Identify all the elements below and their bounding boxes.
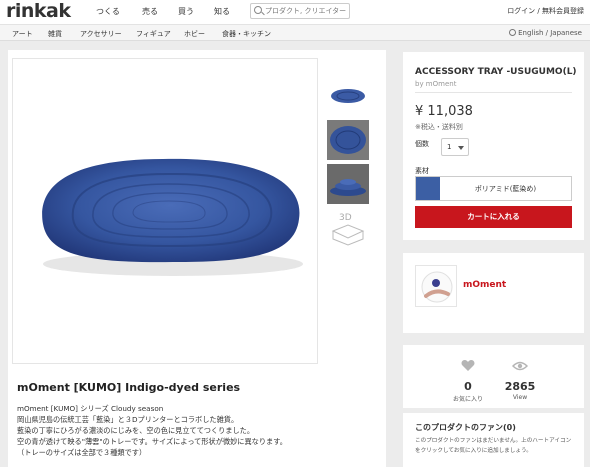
language-switch[interactable]: English / Japanese [509, 29, 582, 37]
fans-text: このプロダクトのファンはまだいません。上のハートアイコンをクリックしてお気に入り… [415, 438, 572, 454]
material-label: 素材 [415, 167, 429, 175]
material-swatch [416, 177, 440, 200]
tax-note: ※税込・送料別 [415, 123, 463, 131]
description-line: 藍染の丁寧にひろがる濃淡のにじみを、空の色に見立ててつくりました。 [17, 426, 255, 435]
quantity-value: 1 [447, 143, 452, 151]
purchase-title: ACCESSORY TRAY -USUGUMO(L) [415, 67, 577, 77]
fans-card: このプロダクトのファン(0) このプロダクトのファンはまだいません。上のハートア… [403, 413, 584, 467]
thumb-tray-set-icon [330, 179, 366, 196]
nav-item-sell[interactable]: 売る [142, 6, 158, 17]
category-art[interactable]: アート [12, 29, 33, 39]
site-logo[interactable]: rinkak [6, 0, 71, 22]
stats-card: 0 お気に入り 2865 View [403, 345, 584, 408]
thumb-tray-icon [331, 89, 365, 103]
creator-card: mOment [403, 253, 584, 333]
nav-item-make[interactable]: つくる [96, 6, 120, 17]
search-box[interactable] [250, 3, 350, 19]
views-count: 2865 [504, 380, 536, 393]
product-main-image[interactable] [12, 58, 318, 364]
category-figure[interactable]: フィギュア [136, 29, 171, 39]
views-label: View [512, 394, 528, 401]
nav-item-learn[interactable]: 知る [214, 6, 230, 17]
view-stat: 2865 View [495, 357, 545, 401]
category-goods[interactable]: 雑貨 [48, 29, 62, 39]
thumbnail-3[interactable] [327, 164, 369, 204]
description-line: 岡山県児島の伝統工芸「藍染」と３Dプリンターとコラボした雑貨。 [17, 415, 239, 424]
top-header: rinkak つくる 売る 買う 知る ログイン / 無料会員登録 [0, 0, 590, 24]
creator-byline[interactable]: by mOment [415, 80, 456, 88]
add-to-cart-button[interactable]: カートに入れる [415, 206, 572, 228]
category-tableware[interactable]: 食器・キッチン [222, 29, 271, 39]
login-register-link[interactable]: ログイン / 無料会員登録 [507, 6, 584, 16]
heart-icon [461, 360, 475, 371]
chevron-down-icon [458, 146, 464, 150]
search-input[interactable] [265, 5, 349, 17]
price: ¥ 11,038 [415, 104, 473, 119]
thumbnail-3d-view[interactable]: 3D [327, 207, 369, 247]
description-line: （トレーのサイズは全部で３種類です） [17, 448, 147, 457]
category-accessory[interactable]: アクセサリー [80, 29, 122, 39]
description-line: 空の青が透けて映る"薄雲"のトレーです。サイズによって形状が微妙に異なります。 [17, 437, 287, 446]
thumb-3d-label: 3D [339, 213, 352, 223]
description-line: mOment [KUMO] シリーズ Cloudy season [17, 404, 164, 413]
nav-item-buy[interactable]: 買う [178, 6, 194, 17]
category-hobby[interactable]: ホビー [184, 29, 205, 39]
thumbnail-2[interactable] [327, 120, 369, 160]
favorites-label: お気に入り [452, 396, 483, 403]
globe-icon [509, 29, 517, 36]
creator-logo-icon [421, 271, 453, 303]
indigo-tray-image [42, 158, 303, 276]
favorite-stat[interactable]: 0 お気に入り [443, 357, 493, 403]
avatar[interactable] [415, 265, 457, 307]
category-bar: アート 雑貨 アクセサリー フィギュア ホビー 食器・キッチン English … [0, 24, 590, 41]
material-option[interactable]: ポリアミド(藍染め) [415, 176, 572, 201]
purchase-card: ACCESSORY TRAY -USUGUMO(L) by mOment ¥ 1… [403, 52, 584, 240]
search-icon [254, 6, 262, 14]
divider [415, 92, 572, 93]
material-name: ポリアミド(藍染め) [474, 185, 537, 193]
product-title: mOment [KUMO] Indigo-dyed series [17, 381, 241, 394]
thumbnail-1[interactable] [327, 76, 369, 116]
product-panel: 3D mOment [KUMO] Indigo-dyed series mOme… [8, 50, 386, 467]
thumb-tray-top-icon [330, 126, 366, 154]
language-label: English / Japanese [518, 29, 582, 37]
product-description: mOment [KUMO] シリーズ Cloudy season 岡山県児島の伝… [17, 403, 377, 458]
quantity-label: 個数 [415, 140, 429, 148]
eye-icon [511, 361, 529, 371]
3d-view-icon: 3D [331, 213, 365, 246]
fans-title: このプロダクトのファン(0) [415, 423, 516, 432]
creator-name[interactable]: mOment [463, 280, 506, 290]
favorites-count: 0 [464, 380, 472, 393]
quantity-select[interactable]: 1 [441, 138, 469, 156]
